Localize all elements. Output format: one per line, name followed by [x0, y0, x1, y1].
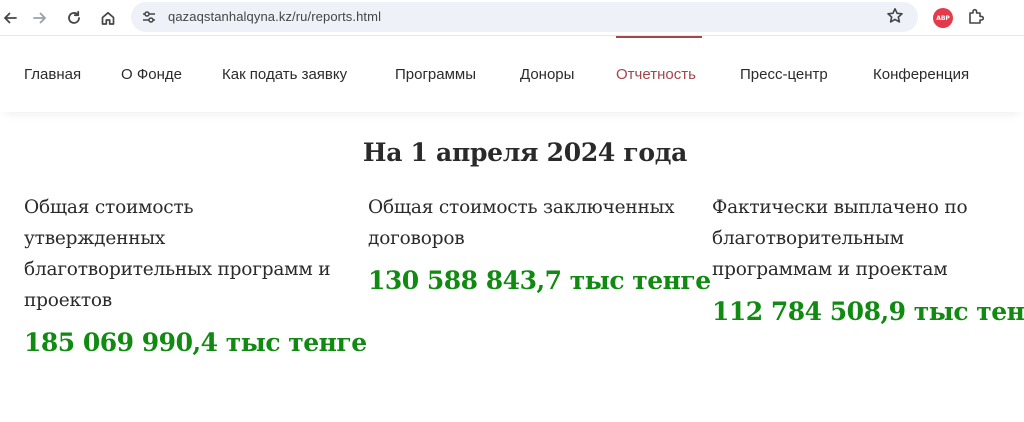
home-icon[interactable] — [94, 4, 122, 32]
nav-item-about-fund[interactable]: О Фонде — [121, 36, 182, 112]
stat-label-line: программам и проектам — [712, 259, 948, 280]
site-nav: Главная О Фонде Как подать заявку Програ… — [0, 36, 1024, 112]
url-text[interactable]: qazaqstanhalqyna.kz/ru/reports.html — [168, 9, 381, 24]
nav-item-donors[interactable]: Доноры — [520, 36, 574, 112]
forward-arrow-icon[interactable] — [26, 4, 54, 32]
stat-concluded-contracts: Общая стоимость заключенных договоров 13… — [368, 192, 711, 295]
stat-value: 185 069 990,4 тыс тенге — [24, 328, 367, 357]
nav-item-conference[interactable]: Конференция — [873, 36, 969, 112]
stat-label-line: благотворительных программ и — [24, 259, 331, 280]
stat-approved-programs: Общая стоимость утвержденных благотворит… — [24, 192, 367, 357]
bookmark-star-icon[interactable] — [886, 7, 904, 25]
nav-item-reports[interactable]: Отчетность — [616, 36, 696, 112]
active-nav-indicator — [616, 36, 702, 38]
stat-label: Фактически выплачено по благотворительны… — [712, 192, 1022, 285]
stat-label-line: Общая стоимость заключенных — [368, 197, 675, 218]
stat-label-line: проектов — [24, 290, 113, 311]
nav-item-press-center[interactable]: Пресс-центр — [740, 36, 828, 112]
adblock-icon[interactable]: ABP — [933, 8, 953, 28]
stat-label-line: договоров — [368, 228, 465, 249]
stat-value: 130 588 843,7 тыс тенге — [368, 266, 711, 295]
stat-label-line: Общая стоимость — [24, 197, 194, 218]
report-date-heading: На 1 апреля 2024 года — [362, 138, 688, 167]
back-arrow-icon[interactable] — [0, 4, 24, 32]
stat-actually-paid: Фактически выплачено по благотворительны… — [712, 192, 1024, 326]
stat-value: 112 784 508,9 тыс тенге — [712, 297, 1024, 326]
address-bar[interactable]: qazaqstanhalqyna.kz/ru/reports.html — [131, 2, 918, 32]
nav-item-programs[interactable]: Программы — [395, 36, 476, 112]
stat-label-line: Фактически выплачено по — [712, 197, 968, 218]
site-info-icon[interactable] — [141, 9, 157, 25]
stat-label-line: благотворительным — [712, 228, 904, 249]
stat-label: Общая стоимость заключенных договоров — [368, 192, 698, 254]
stat-label: Общая стоимость утвержденных благотворит… — [24, 192, 354, 316]
browser-toolbar: qazaqstanhalqyna.kz/ru/reports.html ABP — [0, 0, 1024, 36]
stat-label-line: утвержденных — [24, 228, 166, 249]
nav-item-home[interactable]: Главная — [24, 36, 81, 112]
reload-icon[interactable] — [60, 4, 88, 32]
nav-item-how-to-apply[interactable]: Как подать заявку — [222, 36, 347, 112]
extensions-puzzle-icon[interactable] — [966, 7, 986, 27]
adblock-label: ABP — [936, 14, 950, 22]
